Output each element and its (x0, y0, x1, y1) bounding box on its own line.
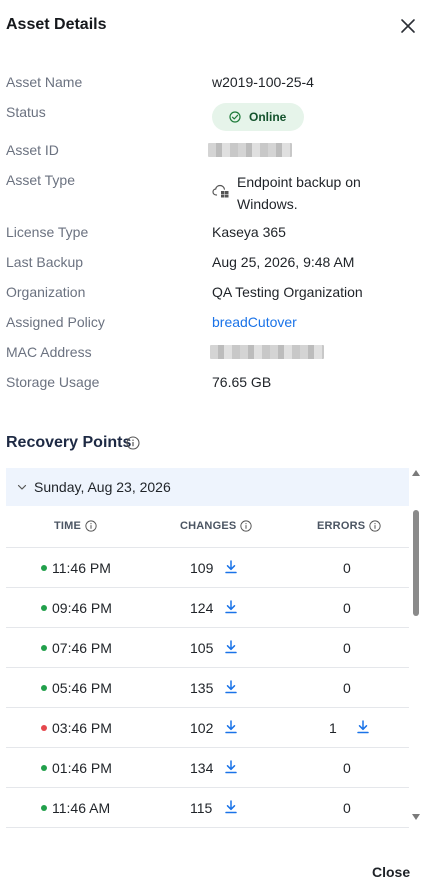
license-type-value: Kaseya 365 (212, 224, 286, 240)
asset-type-label: Asset Type (6, 172, 76, 188)
storage-usage-label: Storage Usage (6, 374, 100, 390)
recovery-changes: 115 (190, 800, 213, 816)
download-icon[interactable] (224, 719, 238, 735)
recovery-time: 11:46 AM (52, 800, 111, 816)
organization-label: Organization (6, 284, 86, 300)
recovery-changes: 134 (190, 760, 214, 776)
scroll-up-arrow[interactable] (412, 470, 420, 476)
recovery-errors: 0 (343, 600, 351, 616)
recovery-errors: 1 (329, 720, 337, 736)
panel-header: Asset Details (0, 0, 435, 52)
recovery-time: 05:46 PM (52, 680, 112, 696)
assigned-policy-link[interactable]: breadCutover (212, 314, 297, 330)
download-icon[interactable] (224, 679, 238, 695)
recovery-errors: 0 (343, 800, 351, 816)
recovery-changes: 135 (190, 680, 214, 696)
column-errors: ERRORS (317, 520, 381, 532)
table-row: 03:46 PM 102 1 (6, 708, 409, 748)
column-changes: CHANGES (180, 520, 253, 532)
close-button[interactable]: Close (372, 864, 410, 880)
cloud-windows-icon (212, 184, 229, 198)
asset-id-label: Asset ID (6, 142, 59, 158)
recovery-table-header: TIME CHANGES ERRORS (6, 508, 409, 548)
download-icon[interactable] (224, 639, 238, 655)
status-dot (41, 605, 47, 611)
info-icon[interactable] (369, 520, 381, 532)
table-row: 05:46 PM 135 0 (6, 668, 409, 708)
recovery-time: 09:46 PM (52, 600, 112, 616)
download-errors-icon[interactable] (356, 719, 370, 735)
status-text: Online (249, 110, 287, 124)
scroll-down-arrow[interactable] (412, 814, 420, 820)
table-row: 11:46 AM 115 0 (6, 788, 409, 828)
recovery-errors: 0 (343, 760, 351, 776)
download-icon[interactable] (224, 759, 238, 775)
recovery-time: 03:46 PM (52, 720, 112, 736)
recovery-errors: 0 (343, 560, 351, 576)
download-icon[interactable] (224, 799, 238, 815)
recovery-changes: 102 (190, 720, 214, 736)
info-icon[interactable] (240, 520, 253, 532)
assigned-policy-label: Assigned Policy (6, 314, 105, 330)
column-errors-label: ERRORS (317, 520, 366, 532)
status-dot (41, 805, 47, 811)
asset-name-label: Asset Name (6, 74, 83, 90)
mac-address-label: MAC Address (6, 344, 92, 360)
status-badge: Online (212, 103, 304, 131)
table-row: 01:46 PM 134 0 (6, 748, 409, 788)
asset-type-value: Endpoint backup on Windows. (237, 174, 361, 212)
download-icon[interactable] (224, 559, 238, 575)
recovery-errors: 0 (343, 680, 351, 696)
asset-id-redacted (208, 143, 292, 157)
table-row: 07:46 PM 105 0 (6, 628, 409, 668)
check-circle-icon (229, 111, 241, 123)
panel-title: Asset Details (6, 16, 107, 33)
download-icon[interactable] (224, 599, 238, 615)
column-time-label: TIME (54, 520, 82, 532)
column-changes-label: CHANGES (180, 520, 237, 532)
organization-value: QA Testing Organization (212, 284, 363, 300)
column-time: TIME (54, 520, 97, 532)
info-icon[interactable] (85, 520, 97, 532)
table-row: 09:46 PM 124 0 (6, 588, 409, 628)
status-dot (41, 685, 47, 691)
info-icon[interactable] (126, 436, 140, 450)
license-type-label: License Type (6, 224, 89, 240)
storage-usage-value: 76.65 GB (212, 374, 272, 390)
recovery-changes: 109 (190, 560, 214, 576)
recovery-changes: 105 (190, 640, 214, 656)
scroll-thumb[interactable] (413, 510, 419, 616)
recovery-points-list: 11:46 PM 109 0 09:46 PM 124 0 07:46 PM 105 0 05:4… (6, 548, 409, 828)
asset-name-value: w2019-100-25-4 (212, 74, 314, 90)
recovery-points-title: Recovery Points (6, 434, 132, 451)
recovery-group-date: Sunday, Aug 23, 2026 (34, 479, 171, 495)
status-dot (41, 645, 47, 651)
chevron-down-icon (17, 484, 27, 490)
recovery-time: 11:46 PM (52, 560, 111, 576)
last-backup-value: Aug 25, 2026, 9:48 AM (212, 254, 355, 270)
recovery-time: 01:46 PM (52, 760, 112, 776)
status-dot (41, 565, 47, 571)
recovery-errors: 0 (343, 640, 351, 656)
status-label: Status (6, 104, 46, 120)
recovery-group-header[interactable]: Sunday, Aug 23, 2026 (6, 468, 409, 506)
recovery-changes: 124 (190, 600, 214, 616)
scrollbar[interactable] (411, 468, 421, 824)
table-row: 11:46 PM 109 0 (6, 548, 409, 588)
last-backup-label: Last Backup (6, 254, 84, 270)
mac-address-redacted (210, 345, 324, 359)
status-dot (41, 765, 47, 771)
close-icon[interactable] (398, 16, 418, 36)
recovery-time: 07:46 PM (52, 640, 112, 656)
status-dot (41, 725, 47, 731)
